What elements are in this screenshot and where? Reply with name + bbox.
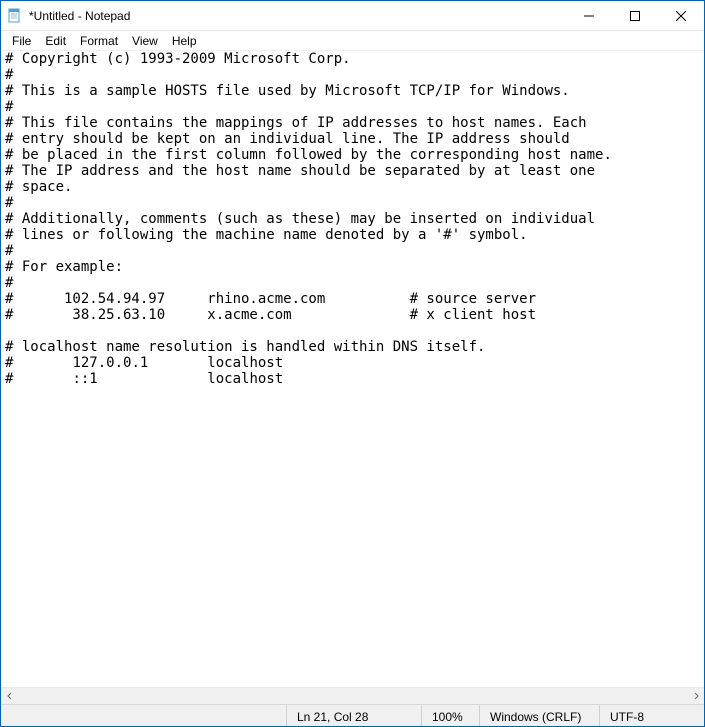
status-position: Ln 21, Col 28 (286, 705, 421, 726)
notepad-icon (7, 8, 23, 24)
menu-edit[interactable]: Edit (38, 33, 73, 49)
minimize-button[interactable] (566, 1, 612, 31)
menu-file[interactable]: File (5, 33, 38, 49)
notepad-window: *Untitled - Notepad File Edit Format Vie… (0, 0, 705, 727)
menubar: File Edit Format View Help (1, 31, 704, 51)
menu-help[interactable]: Help (165, 33, 204, 49)
hscroll-track[interactable] (18, 688, 687, 705)
text-editor[interactable]: # Copyright (c) 1993-2009 Microsoft Corp… (1, 51, 704, 687)
status-spacer (1, 705, 286, 726)
scroll-right-icon[interactable] (687, 688, 704, 705)
window-title: *Untitled - Notepad (29, 9, 130, 23)
menu-view[interactable]: View (125, 33, 165, 49)
maximize-button[interactable] (612, 1, 658, 31)
horizontal-scrollbar[interactable] (1, 687, 704, 704)
status-zoom: 100% (421, 705, 479, 726)
menu-format[interactable]: Format (73, 33, 125, 49)
status-line-ending: Windows (CRLF) (479, 705, 599, 726)
titlebar: *Untitled - Notepad (1, 1, 704, 31)
statusbar: Ln 21, Col 28 100% Windows (CRLF) UTF-8 (1, 704, 704, 726)
editor-content[interactable]: # Copyright (c) 1993-2009 Microsoft Corp… (1, 51, 704, 387)
editor-area: # Copyright (c) 1993-2009 Microsoft Corp… (1, 51, 704, 704)
close-button[interactable] (658, 1, 704, 31)
status-encoding: UTF-8 (599, 705, 704, 726)
scroll-left-icon[interactable] (1, 688, 18, 705)
